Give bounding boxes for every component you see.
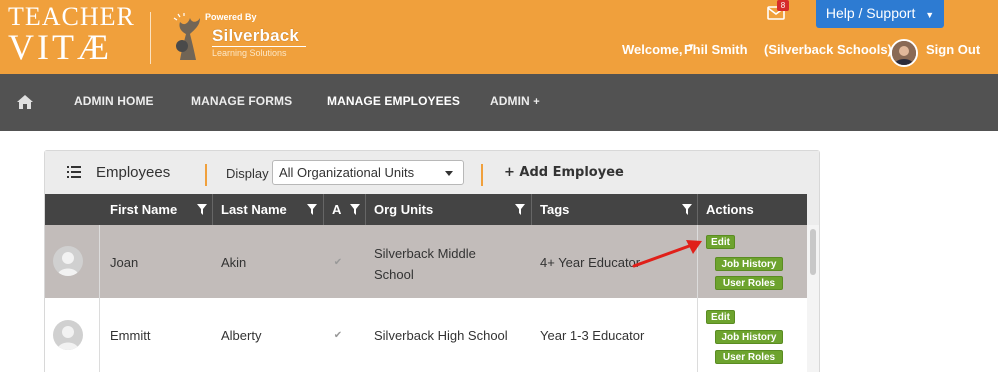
nav-admin-menu[interactable]: ADMIN + (490, 94, 540, 108)
filter-icon[interactable] (515, 204, 525, 215)
partner-underline (212, 46, 306, 47)
caret-down-icon: ▼ (687, 42, 695, 51)
column-divider (697, 194, 698, 225)
column-header-first-name[interactable]: First Name (110, 202, 177, 217)
caret-down-icon (445, 171, 453, 176)
nav-admin-label: ADMIN (490, 94, 530, 108)
main-nav: ADMIN HOME MANAGE FORMS MANAGE EMPLOYEES… (0, 74, 998, 131)
toolbar-divider (481, 164, 483, 186)
active-check-icon: ✔ (333, 330, 343, 341)
column-divider (531, 194, 532, 225)
logo-line2: VITÆ (8, 27, 112, 67)
column-divider (365, 194, 366, 225)
job-history-button[interactable]: Job History (715, 330, 783, 344)
first-name-cell: Emmitt (110, 328, 151, 343)
scrollbar-thumb[interactable] (810, 229, 816, 275)
powered-by-label: Powered By (205, 12, 257, 22)
column-divider (697, 298, 698, 372)
column-header-last-name[interactable]: Last Name (221, 202, 287, 217)
logo-divider (150, 12, 151, 64)
org-unit-line: Silverback Middle (374, 246, 476, 261)
filter-icon[interactable] (682, 204, 692, 215)
display-label: Display (226, 166, 269, 181)
panel-title: Employees (96, 164, 171, 181)
partner-name: Silverback (212, 26, 300, 45)
table-header: First Name Last Name A Org Units Tags Ac… (45, 194, 807, 225)
column-divider (99, 225, 100, 298)
column-header-active[interactable]: A (332, 202, 341, 217)
home-icon[interactable] (16, 94, 34, 110)
filter-icon[interactable] (197, 204, 207, 215)
tag-cell: Year 1-3 Educator (540, 328, 645, 343)
tag-cell: 4+ Year Educator (540, 255, 641, 270)
column-header-tags[interactable]: Tags (540, 202, 569, 217)
caret-down-icon: ▼ (925, 10, 935, 20)
user-roles-button[interactable]: User Roles (715, 350, 783, 364)
person-placeholder-icon (53, 246, 83, 276)
job-history-button[interactable]: Job History (715, 257, 783, 271)
notification-badge: 8 (777, 0, 789, 11)
column-divider (99, 298, 100, 372)
org-unit-cell: Silverback Middle School (374, 243, 476, 285)
org-unit-select[interactable]: All Organizational Units (272, 160, 464, 185)
nav-manage-forms[interactable]: MANAGE FORMS (191, 94, 292, 108)
organization-name: (Silverback Schools) (764, 42, 892, 57)
help-support-label: Help / Support (825, 5, 916, 21)
org-unit-select-value: All Organizational Units (279, 165, 415, 180)
top-header: TEACHER VITÆ Powered By Silverback Learn… (0, 0, 998, 74)
plus-icon: + (533, 96, 540, 108)
org-unit-line: School (374, 267, 414, 282)
silverback-tree-icon (173, 13, 200, 60)
nav-manage-employees[interactable]: MANAGE EMPLOYEES (327, 94, 460, 108)
partner-subtitle: Learning Solutions (212, 48, 287, 58)
add-employee-button[interactable]: + Add Employee (504, 165, 624, 180)
last-name-cell: Alberty (221, 328, 262, 343)
toolbar-divider (205, 164, 207, 186)
last-name-cell: Akin (221, 255, 247, 270)
help-support-button[interactable]: Help / Support ▼ (816, 0, 944, 28)
first-name-cell: Joan (110, 255, 139, 270)
nav-admin-home[interactable]: ADMIN HOME (74, 94, 154, 108)
welcome-label: Welcome, (622, 42, 683, 57)
column-divider (323, 194, 324, 225)
column-divider (212, 194, 213, 225)
column-header-org-units[interactable]: Org Units (374, 202, 433, 217)
table-row[interactable]: Emmitt Alberty ✔ Silverback High School … (45, 298, 807, 372)
annotation-arrow-icon (632, 240, 702, 268)
user-photo-icon (892, 41, 916, 65)
edit-button[interactable]: Edit (706, 235, 735, 249)
active-check-icon: ✔ (333, 257, 343, 268)
edit-button[interactable]: Edit (706, 310, 735, 324)
user-roles-button[interactable]: User Roles (715, 276, 783, 290)
panel-toolbar: Employees Display All Organizational Uni… (45, 151, 819, 194)
filter-icon[interactable] (350, 204, 360, 215)
org-unit-cell: Silverback High School (374, 328, 508, 343)
teacher-vitae-logo[interactable]: TEACHER VITÆ (8, 4, 135, 67)
filter-icon[interactable] (307, 204, 317, 215)
column-header-actions: Actions (706, 202, 754, 217)
person-placeholder-icon (53, 320, 83, 350)
list-icon (67, 166, 81, 178)
sign-out-link[interactable]: Sign Out (926, 42, 980, 57)
user-avatar (890, 39, 918, 67)
